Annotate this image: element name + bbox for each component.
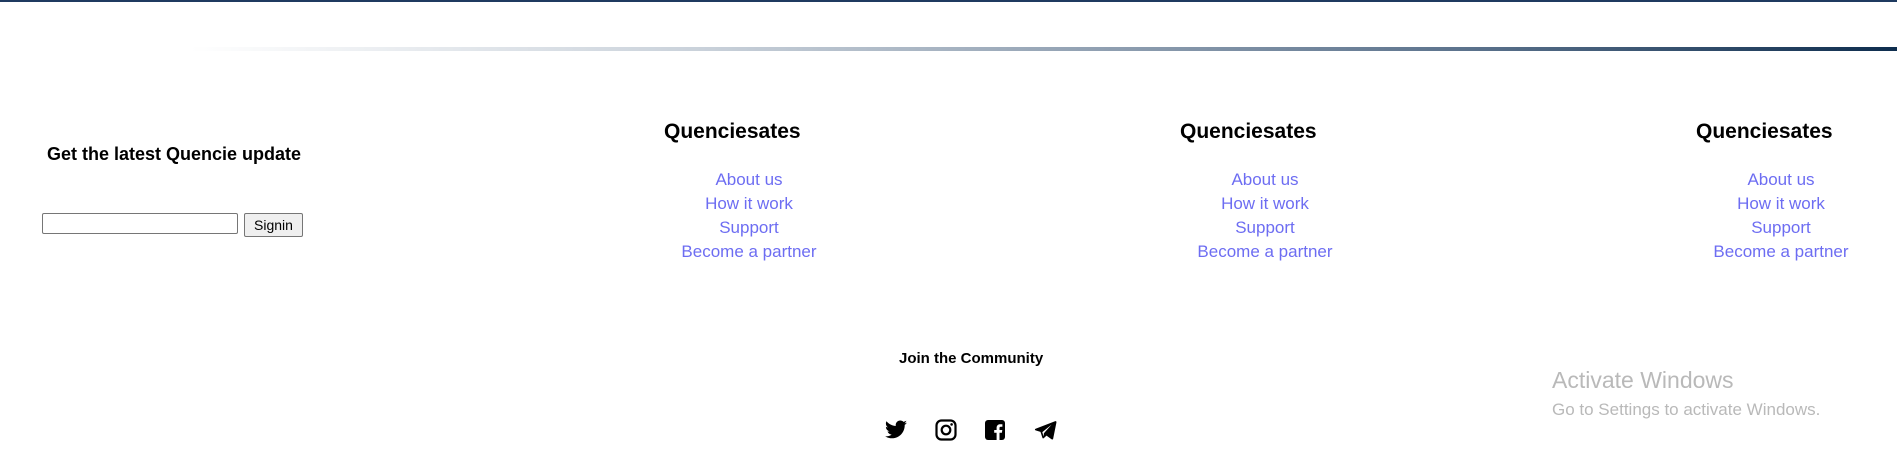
top-divider — [0, 0, 1897, 2]
activate-windows-title: Activate Windows — [1552, 367, 1734, 393]
footer-column-title: Quenciesates — [1180, 120, 1317, 143]
become-a-partner-link[interactable]: Become a partner — [1197, 242, 1332, 261]
gradient-divider — [190, 47, 1897, 51]
signin-button[interactable]: Signin — [244, 213, 303, 237]
footer-column-title: Quenciesates — [1696, 120, 1833, 143]
about-us-link[interactable]: About us — [715, 170, 782, 189]
telegram-icon[interactable] — [1033, 418, 1057, 442]
footer-link-list: About us How it work Support Become a pa… — [1180, 168, 1350, 264]
about-us-link[interactable]: About us — [1231, 170, 1298, 189]
how-it-work-link[interactable]: How it work — [1737, 194, 1825, 213]
become-a-partner-link[interactable]: Become a partner — [1713, 242, 1848, 261]
support-link[interactable]: Support — [1235, 218, 1295, 237]
how-it-work-link[interactable]: How it work — [1221, 194, 1309, 213]
about-us-link[interactable]: About us — [1747, 170, 1814, 189]
footer-column-title: Quenciesates — [664, 120, 801, 143]
instagram-icon[interactable] — [934, 418, 958, 442]
newsletter-heading: Get the latest Quencie update — [47, 144, 302, 164]
facebook-icon[interactable] — [983, 418, 1007, 442]
community-heading: Join the Community — [899, 350, 1044, 367]
twitter-icon[interactable] — [884, 418, 908, 442]
how-it-work-link[interactable]: How it work — [705, 194, 793, 213]
support-link[interactable]: Support — [1751, 218, 1811, 237]
newsletter-email-input[interactable] — [42, 213, 238, 234]
activate-windows-subtitle: Go to Settings to activate Windows. — [1552, 400, 1821, 419]
footer-link-list: About us How it work Support Become a pa… — [664, 168, 834, 264]
become-a-partner-link[interactable]: Become a partner — [681, 242, 816, 261]
footer-link-list: About us How it work Support Become a pa… — [1696, 168, 1866, 264]
support-link[interactable]: Support — [719, 218, 779, 237]
